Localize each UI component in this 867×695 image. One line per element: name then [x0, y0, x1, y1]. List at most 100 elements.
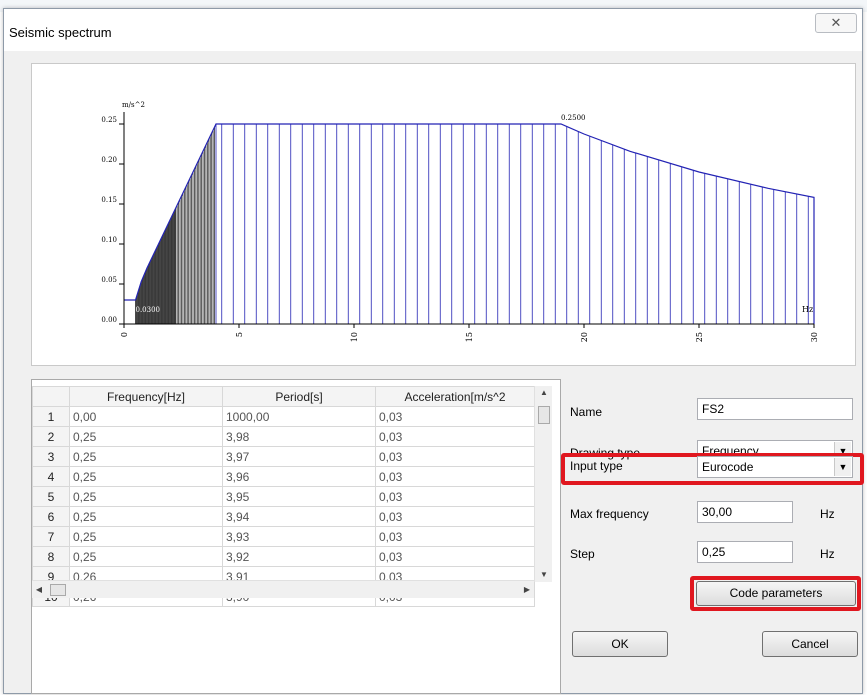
seismic-spectrum-dialog: Seismic spectrum ✕ 0.00 0.05 0.10 0.15 0.20 0… [3, 8, 864, 694]
column-header-acceleration[interactable]: Acceleration[m/s^2 [375, 386, 535, 407]
x-tick-label: 5 [235, 332, 244, 337]
input-type-select[interactable]: Eurocode ▼ [697, 456, 853, 478]
period-cell[interactable]: 3,96 [222, 466, 376, 487]
frequency-cell[interactable]: 0,25 [69, 426, 223, 447]
spectrum-chart: 0.00 0.05 0.10 0.15 0.20 0.25 0 5 10 15 20 25 30 m/s^… [31, 63, 856, 366]
spectrum-table: Frequency[Hz] Period[s] Acceleration[m/s… [31, 379, 561, 694]
row-number: 6 [32, 506, 70, 527]
horizontal-scrollbar[interactable]: ◀ ▶ [32, 580, 534, 598]
scroll-right-icon[interactable]: ▶ [520, 581, 534, 599]
row-number: 2 [32, 426, 70, 447]
data-grid: Frequency[Hz] Period[s] Acceleration[m/s… [32, 386, 535, 607]
y-tick-label: 0.05 [101, 276, 117, 284]
frequency-cell[interactable]: 0,25 [69, 506, 223, 527]
max-frequency-input[interactable]: 30,00 [697, 501, 793, 523]
code-parameters-button[interactable]: Code parameters [696, 581, 856, 606]
cancel-label: Cancel [791, 637, 829, 651]
spectrum-envelope-line [124, 123, 815, 324]
period-cell[interactable]: 3,95 [222, 486, 376, 507]
y-tick-label: 0.15 [101, 196, 117, 204]
step-unit: Hz [820, 547, 835, 561]
corner-cell [32, 386, 70, 407]
title-bar: Seismic spectrum ✕ [4, 9, 862, 51]
cancel-button[interactable]: Cancel [762, 631, 858, 657]
close-icon: ✕ [830, 15, 842, 30]
frequency-cell[interactable]: 0,25 [69, 526, 223, 547]
input-type-label: Input type [570, 459, 623, 473]
row-number: 3 [32, 446, 70, 467]
dialog-title: Seismic spectrum [9, 25, 112, 40]
frequency-cell[interactable]: 0,25 [69, 486, 223, 507]
table-row[interactable]: 2 0,25 3,98 0,03 [32, 426, 535, 447]
frequency-cell[interactable]: 0,25 [69, 546, 223, 567]
y-tick-label: 0.20 [101, 156, 117, 164]
close-button[interactable]: ✕ [815, 13, 857, 33]
x-tick-label: 15 [465, 332, 474, 342]
name-input[interactable]: FS2 [697, 398, 853, 420]
period-cell[interactable]: 3,94 [222, 506, 376, 527]
chevron-down-icon[interactable]: ▼ [834, 458, 851, 476]
step-value: 0,25 [702, 545, 726, 559]
scroll-up-icon[interactable]: ▲ [535, 386, 553, 400]
acceleration-cell[interactable]: 0,03 [375, 426, 535, 447]
name-input-value: FS2 [702, 402, 725, 416]
acceleration-cell[interactable]: 0,03 [375, 406, 535, 427]
row-number: 5 [32, 486, 70, 507]
frequency-cell[interactable]: 0,25 [69, 446, 223, 467]
acceleration-cell[interactable]: 0,03 [375, 506, 535, 527]
table-row[interactable]: 1 0,00 1000,00 0,03 [32, 406, 535, 427]
table-row[interactable]: 5 0,25 3,95 0,03 [32, 486, 535, 507]
row-number: 8 [32, 546, 70, 567]
column-header-frequency[interactable]: Frequency[Hz] [69, 386, 223, 407]
code-parameters-label: Code parameters [729, 586, 823, 600]
acceleration-cell[interactable]: 0,03 [375, 446, 535, 467]
row-number: 4 [32, 466, 70, 487]
x-tick-label: 30 [810, 332, 819, 342]
frequency-cell[interactable]: 0,00 [69, 406, 223, 427]
y-axis-label: m/s^2 [122, 101, 145, 109]
vertical-scroll-thumb[interactable] [538, 406, 550, 424]
frequency-cell[interactable]: 0,25 [69, 466, 223, 487]
scroll-left-icon[interactable]: ◀ [32, 581, 46, 599]
table-row[interactable]: 7 0,25 3,93 0,03 [32, 526, 535, 547]
column-header-period[interactable]: Period[s] [222, 386, 376, 407]
ok-button[interactable]: OK [572, 631, 668, 657]
spectrum-chart-svg: 0.00 0.05 0.10 0.15 0.20 0.25 0 5 10 15 20 25 30 m/s^… [101, 101, 819, 342]
name-label: Name [570, 405, 603, 419]
table-row[interactable]: 3 0,25 3,97 0,03 [32, 446, 535, 467]
vertical-scrollbar[interactable]: ▲ ▼ [534, 386, 552, 582]
ok-label: OK [611, 637, 629, 651]
acceleration-cell[interactable]: 0,03 [375, 486, 535, 507]
x-tick-label: 10 [350, 332, 359, 342]
y-tick-label: 0.00 [101, 316, 117, 324]
period-cell[interactable]: 3,97 [222, 446, 376, 467]
max-frequency-value: 30,00 [702, 505, 733, 519]
acceleration-cell[interactable]: 0,03 [375, 546, 535, 567]
row-number: 7 [32, 526, 70, 547]
table-row[interactable]: 8 0,25 3,92 0,03 [32, 546, 535, 567]
scroll-down-icon[interactable]: ▼ [535, 568, 553, 582]
period-cell[interactable]: 3,92 [222, 546, 376, 567]
x-tick-label: 20 [580, 332, 589, 342]
table-row[interactable]: 4 0,25 3,96 0,03 [32, 466, 535, 487]
period-cell[interactable]: 3,93 [222, 526, 376, 547]
period-cell[interactable]: 1000,00 [222, 406, 376, 427]
period-cell[interactable]: 3,98 [222, 426, 376, 447]
max-frequency-unit: Hz [820, 507, 835, 521]
max-frequency-label: Max frequency [570, 507, 649, 521]
x-tick-label: 25 [695, 332, 704, 342]
step-input[interactable]: 0,25 [697, 541, 793, 563]
step-label: Step [570, 547, 595, 561]
table-header-row: Frequency[Hz] Period[s] Acceleration[m/s… [32, 386, 535, 407]
table-viewport: Frequency[Hz] Period[s] Acceleration[m/s… [32, 380, 562, 695]
row-number: 1 [32, 406, 70, 427]
data-annotation: 0.2500 [561, 114, 586, 122]
acceleration-cell[interactable]: 0,03 [375, 466, 535, 487]
input-type-value: Eurocode [702, 460, 754, 474]
data-annotation: 0.0300 [136, 306, 161, 314]
acceleration-cell[interactable]: 0,03 [375, 526, 535, 547]
x-tick-label: 0 [120, 332, 129, 337]
horizontal-scroll-thumb[interactable] [50, 584, 66, 596]
y-tick-label: 0.25 [101, 116, 117, 124]
table-row[interactable]: 6 0,25 3,94 0,03 [32, 506, 535, 527]
